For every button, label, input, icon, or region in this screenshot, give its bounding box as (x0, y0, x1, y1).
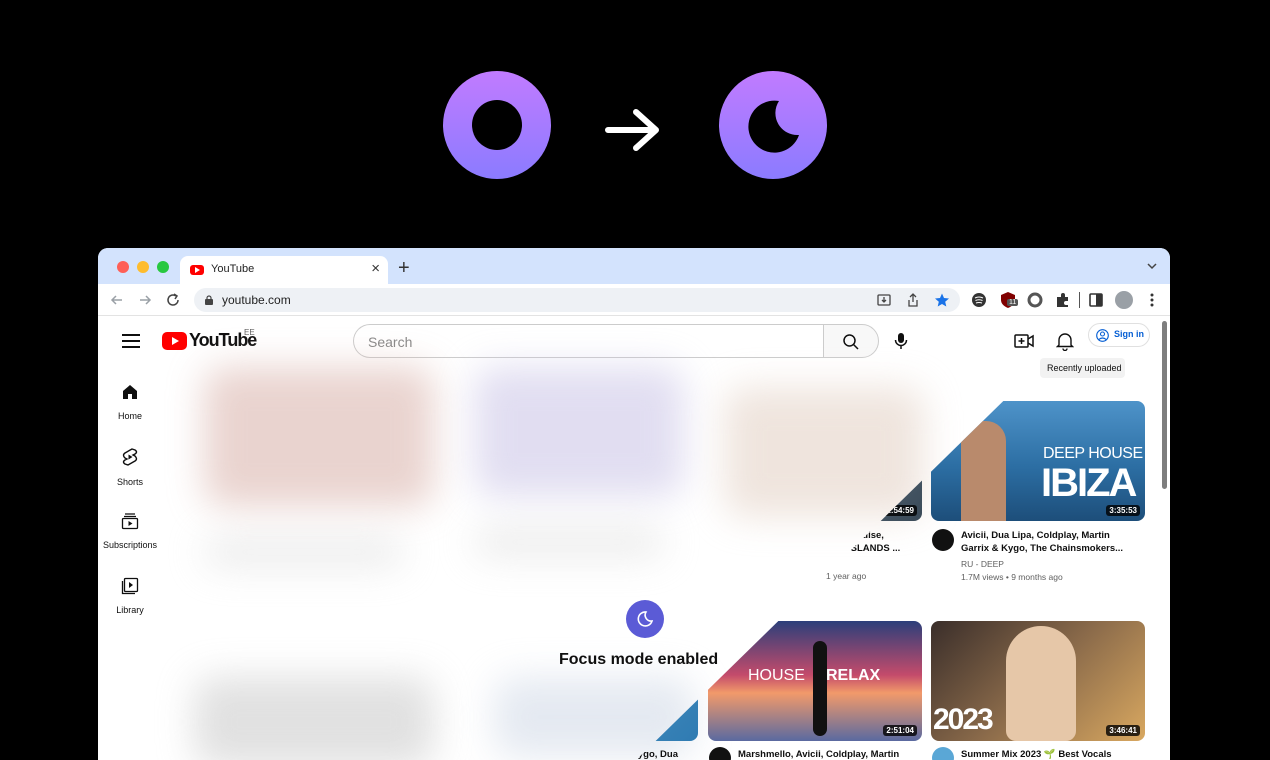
subscriptions-icon (121, 513, 139, 530)
notifications-bell-icon[interactable] (1056, 331, 1074, 351)
toolbar-divider (1079, 292, 1080, 308)
microphone-icon[interactable] (894, 332, 908, 350)
profile-avatar[interactable] (1115, 291, 1133, 309)
sidebar-item-subscriptions[interactable]: Subscriptions (98, 512, 162, 553)
browser-toolbar: youtube.com 11 (98, 284, 1170, 316)
url-text: youtube.com (222, 293, 291, 307)
thumbnail-text: 2023 (933, 703, 994, 736)
focus-on-moon-icon (719, 71, 827, 179)
sidebar-label: Shorts (116, 477, 143, 487)
back-icon[interactable] (108, 291, 126, 309)
video-thumbnail[interactable]: 2023 3:46:41 (931, 621, 1145, 741)
spotify-extension-icon[interactable] (970, 291, 988, 309)
focus-moon-icon (626, 600, 664, 638)
search-placeholder: Search (368, 334, 413, 350)
video-title[interactable]: Garrix & Kygo, The Chainsmokers... (961, 542, 1123, 555)
share-icon[interactable] (905, 292, 921, 308)
thumbnail-figure (813, 641, 827, 736)
ublock-extension-icon[interactable]: 11 (999, 291, 1019, 309)
focus-mode-message: Focus mode enabled (559, 651, 719, 668)
bookmark-star-icon[interactable] (934, 292, 950, 308)
address-bar[interactable]: youtube.com (194, 288, 960, 312)
arrow-right-icon (605, 109, 659, 151)
youtube-page: YouTube EE Search Sign in Recently uploa… (98, 317, 1170, 760)
maximize-window-button[interactable] (157, 261, 169, 273)
thumbnail-figure (961, 421, 1006, 521)
more-menu-icon[interactable] (1143, 291, 1161, 309)
new-tab-button[interactable]: + (398, 256, 410, 280)
user-circle-icon (1096, 329, 1109, 342)
search-icon (843, 334, 859, 350)
tab-title: YouTube (211, 263, 255, 275)
reload-icon[interactable] (164, 291, 182, 309)
thumbnail-text: IBIZA (1041, 461, 1137, 505)
channel-avatar[interactable] (932, 747, 954, 760)
youtube-logo-icon[interactable] (162, 332, 187, 350)
video-meta: 1 year ago (826, 571, 867, 581)
chevron-down-icon[interactable] (1146, 261, 1158, 271)
scrollbar[interactable] (1162, 321, 1167, 489)
sidebar-item-home[interactable]: Home (98, 383, 162, 424)
video-duration: 3:35:53 (1106, 505, 1140, 516)
install-icon[interactable] (876, 292, 892, 308)
sidebar-label: Subscriptions (102, 540, 158, 550)
hamburger-menu-icon[interactable] (122, 334, 140, 348)
video-title[interactable]: Summer Mix 2023 🌱 Best Vocals (961, 748, 1112, 760)
channel-avatar[interactable] (709, 747, 731, 760)
search-button[interactable] (823, 324, 879, 358)
video-duration: 3:46:41 (1106, 725, 1140, 736)
video-title[interactable]: Marshmello, Avicii, Coldplay, Martin (738, 748, 899, 760)
youtube-favicon-icon (190, 265, 204, 275)
focus-off-icon (443, 71, 551, 179)
focus-extension-icon[interactable] (1026, 291, 1044, 309)
sign-in-button[interactable]: Sign in (1088, 323, 1150, 347)
forward-icon[interactable] (136, 291, 154, 309)
channel-avatar[interactable] (932, 529, 954, 551)
channel-name[interactable]: RU - DEEP (961, 559, 1004, 569)
sidebar-item-library[interactable]: Library (98, 577, 162, 618)
browser-tab[interactable]: YouTube × (180, 256, 388, 284)
minimize-window-button[interactable] (137, 261, 149, 273)
search-input[interactable]: Search (353, 324, 824, 358)
create-video-icon[interactable] (1014, 332, 1034, 350)
sign-in-label: Sign in (1114, 329, 1144, 339)
library-icon (121, 577, 139, 595)
side-panel-icon[interactable] (1087, 291, 1105, 309)
extension-badge: 11 (1007, 299, 1019, 306)
close-window-button[interactable] (117, 261, 129, 273)
tab-close-icon[interactable]: × (371, 260, 380, 278)
shorts-icon (122, 448, 138, 466)
lock-icon (205, 295, 213, 305)
video-meta: 1.7M views • 9 months ago (961, 572, 1063, 582)
sidebar-item-shorts[interactable]: Shorts (98, 447, 162, 490)
thumbnail-figure (1006, 626, 1076, 741)
thumbnail-text: HOUSE (748, 667, 805, 684)
thumbnail-text: RELAX (826, 667, 881, 684)
extensions-puzzle-icon[interactable] (1054, 291, 1072, 309)
video-title[interactable]: Avicii, Dua Lipa, Coldplay, Martin (961, 529, 1110, 542)
browser-window: YouTube × + youtube.com 11 YouTube EE Se… (98, 248, 1170, 760)
sidebar-label: Home (117, 411, 142, 421)
country-code: EE (244, 328, 255, 337)
video-duration: 2:51:04 (883, 725, 917, 736)
tab-bar: YouTube × + (98, 248, 1170, 284)
sidebar-label: Library (116, 605, 144, 615)
home-icon (123, 385, 137, 399)
